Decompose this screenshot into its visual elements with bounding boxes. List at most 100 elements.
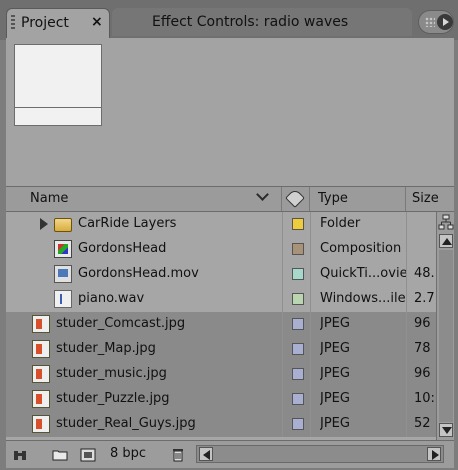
new-composition-icon[interactable] bbox=[80, 447, 96, 463]
scroll-up-button[interactable] bbox=[439, 234, 453, 248]
list-item[interactable]: piano.wav Windows...ile 2.7 bbox=[6, 287, 436, 312]
column-divider bbox=[310, 337, 311, 362]
panel-tab-bar: Project × Effect Controls: radio waves bbox=[0, 0, 458, 40]
jpeg-file-icon bbox=[32, 415, 50, 433]
jpeg-file-icon bbox=[32, 315, 50, 333]
column-divider bbox=[406, 212, 407, 237]
column-divider bbox=[282, 212, 283, 237]
tab-project-label: Project bbox=[21, 15, 69, 31]
item-size: 78 bbox=[414, 341, 431, 356]
column-divider bbox=[310, 412, 311, 437]
column-divider bbox=[406, 387, 407, 412]
close-tab-icon[interactable]: × bbox=[91, 14, 103, 30]
scroll-track[interactable] bbox=[439, 250, 453, 422]
list-item[interactable]: CarRide Layers Folder bbox=[6, 212, 436, 237]
column-divider bbox=[282, 387, 283, 412]
column-divider bbox=[282, 312, 283, 337]
item-type: JPEG bbox=[320, 366, 350, 381]
find-binoculars-icon[interactable] bbox=[12, 447, 28, 463]
flowchart-icon[interactable] bbox=[438, 214, 454, 230]
column-divider bbox=[406, 262, 407, 287]
label-color-swatch[interactable] bbox=[292, 293, 304, 305]
preview-thumbnail bbox=[14, 44, 102, 126]
column-divider bbox=[310, 262, 311, 287]
item-type: JPEG bbox=[320, 341, 350, 356]
label-tag-icon bbox=[285, 188, 305, 208]
item-name: CarRide Layers bbox=[78, 216, 177, 231]
project-bottom-bar: 8 bpc bbox=[6, 440, 454, 468]
list-item[interactable]: studer_Map.jpg JPEG 78 bbox=[6, 337, 436, 362]
label-color-swatch[interactable] bbox=[292, 318, 304, 330]
jpeg-file-icon bbox=[32, 365, 50, 383]
column-divider bbox=[406, 237, 407, 262]
thumbnail-divider bbox=[15, 107, 101, 108]
panel-menu-arrow-icon bbox=[437, 14, 453, 30]
folder-icon bbox=[54, 218, 72, 232]
item-type: JPEG bbox=[320, 391, 350, 406]
tab-grip-icon[interactable] bbox=[11, 15, 15, 31]
tab-effect-controls-label: Effect Controls: radio waves bbox=[152, 14, 349, 30]
column-divider bbox=[310, 362, 311, 387]
item-name: studer_Comcast.jpg bbox=[56, 316, 186, 331]
column-divider bbox=[282, 337, 283, 362]
quicktime-movie-icon bbox=[54, 265, 72, 283]
label-color-swatch[interactable] bbox=[292, 268, 304, 280]
item-type: JPEG bbox=[320, 416, 350, 431]
tab-project[interactable]: Project × bbox=[6, 8, 110, 38]
label-color-swatch[interactable] bbox=[292, 368, 304, 380]
list-item[interactable]: studer_Real_Guys.jpg JPEG 52 bbox=[6, 412, 436, 437]
label-color-swatch[interactable] bbox=[292, 418, 304, 430]
list-item[interactable]: GordonsHead Composition bbox=[6, 237, 436, 262]
item-name: GordonsHead.mov bbox=[78, 266, 199, 281]
label-color-swatch[interactable] bbox=[292, 343, 304, 355]
list-item[interactable]: studer_Comcast.jpg JPEG 96 bbox=[6, 312, 436, 337]
column-divider bbox=[310, 387, 311, 412]
chevron-down-icon[interactable] bbox=[256, 188, 269, 201]
column-divider bbox=[406, 337, 407, 362]
column-divider bbox=[406, 412, 407, 437]
column-divider bbox=[282, 237, 283, 262]
column-header-name[interactable]: Name bbox=[6, 187, 282, 211]
column-divider bbox=[406, 287, 407, 312]
item-size: 52 bbox=[414, 416, 431, 431]
label-color-swatch[interactable] bbox=[292, 243, 304, 255]
column-name-label: Name bbox=[30, 191, 69, 206]
column-header-row: Name Type Size bbox=[6, 186, 454, 212]
new-folder-icon[interactable] bbox=[52, 447, 68, 463]
panel-grip-icon bbox=[425, 17, 435, 27]
item-name: studer_music.jpg bbox=[56, 366, 167, 381]
column-divider bbox=[406, 362, 407, 387]
bit-depth-button[interactable]: 8 bpc bbox=[110, 446, 146, 461]
label-color-swatch[interactable] bbox=[292, 218, 304, 230]
column-type-label: Type bbox=[318, 191, 348, 206]
expand-triangle-icon[interactable] bbox=[40, 218, 48, 230]
trash-icon[interactable] bbox=[170, 447, 186, 463]
project-item-list: CarRide Layers Folder GordonsHead Compositi… bbox=[6, 212, 436, 440]
column-divider bbox=[282, 262, 283, 287]
audio-file-icon bbox=[54, 290, 72, 308]
column-divider bbox=[406, 312, 407, 337]
item-name: studer_Real_Guys.jpg bbox=[56, 416, 196, 431]
column-header-label[interactable] bbox=[282, 187, 310, 211]
column-divider bbox=[310, 287, 311, 312]
composition-icon bbox=[54, 240, 72, 258]
scroll-down-button[interactable] bbox=[439, 423, 453, 437]
label-color-swatch[interactable] bbox=[292, 393, 304, 405]
horizontal-scrollbar[interactable] bbox=[196, 445, 444, 463]
vertical-scrollbar[interactable] bbox=[436, 212, 454, 440]
column-header-type[interactable]: Type bbox=[310, 187, 406, 211]
list-item[interactable]: studer_music.jpg JPEG 96 bbox=[6, 362, 436, 387]
list-item[interactable]: studer_Puzzle.jpg JPEG 10: bbox=[6, 387, 436, 412]
list-item[interactable]: GordonsHead.mov QuickTi...ovie 48. bbox=[6, 262, 436, 287]
scroll-left-button[interactable] bbox=[199, 447, 213, 461]
column-divider bbox=[310, 312, 311, 337]
item-type: Composition bbox=[320, 241, 402, 256]
scroll-right-button[interactable] bbox=[427, 447, 441, 461]
column-header-size[interactable]: Size bbox=[406, 187, 454, 211]
item-size: 48. bbox=[414, 266, 435, 281]
item-size: 2.7 bbox=[414, 291, 435, 306]
preview-area bbox=[6, 38, 454, 186]
column-divider bbox=[282, 412, 283, 437]
tab-effect-controls[interactable]: Effect Controls: radio waves bbox=[112, 8, 412, 36]
panel-menu-button[interactable] bbox=[418, 10, 454, 34]
